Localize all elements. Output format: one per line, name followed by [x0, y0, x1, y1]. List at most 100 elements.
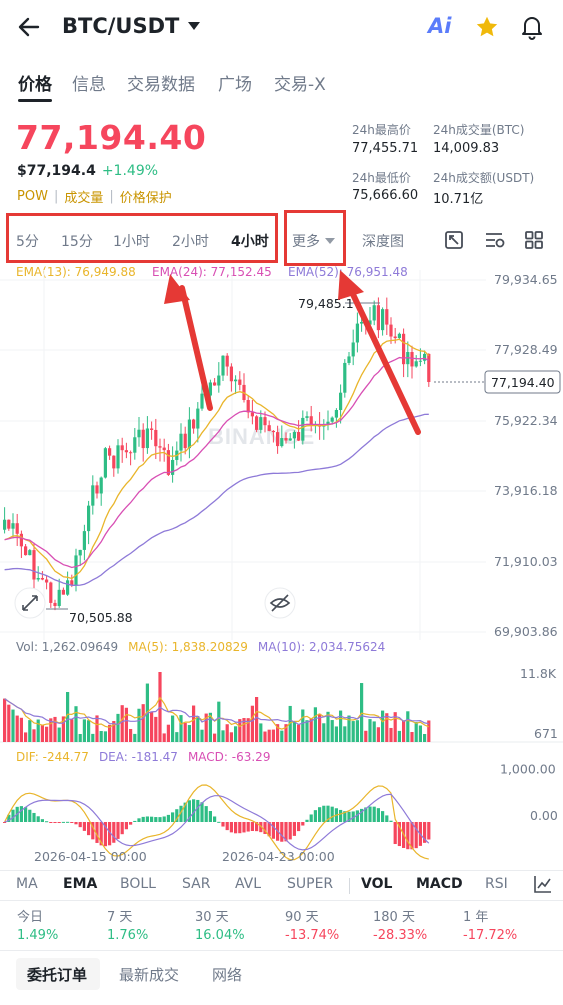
- back-arrow-icon[interactable]: [16, 14, 42, 40]
- volume-bar: [225, 724, 229, 742]
- volume-bar: [141, 704, 145, 742]
- volume-bar: [179, 715, 183, 742]
- macd-bar: [213, 816, 217, 822]
- interval-15m[interactable]: 15分: [61, 231, 93, 251]
- macd-bar: [200, 802, 204, 822]
- y-tick-3: 73,916.18: [494, 483, 558, 498]
- candle-body: [36, 577, 40, 580]
- tag-price-protect[interactable]: 价格保护: [120, 187, 172, 206]
- top-bar: BTC/USDT Ai: [0, 0, 563, 56]
- depth-chart-button[interactable]: 深度图: [362, 231, 404, 251]
- macd-bar: [221, 822, 225, 827]
- macd-bar: [141, 816, 145, 822]
- tag-pow[interactable]: POW: [17, 189, 48, 204]
- volume-chart[interactable]: 11.8K 671: [0, 658, 563, 743]
- tab-price[interactable]: 价格: [18, 70, 52, 95]
- volume-bar: [32, 729, 36, 742]
- y-tick-5: 69,903.86: [494, 624, 558, 639]
- expand-icon[interactable]: [14, 587, 46, 619]
- indicator-macd[interactable]: MACD: [416, 876, 463, 892]
- volume-bar: [150, 711, 154, 742]
- hide-eye-icon[interactable]: [264, 587, 296, 619]
- tab-trade-x[interactable]: 交易-X: [274, 70, 326, 95]
- candle-body: [154, 429, 158, 447]
- tab-square[interactable]: 广场: [218, 70, 252, 95]
- candle-body: [360, 322, 364, 324]
- candle-body: [225, 355, 229, 367]
- indicator-vol[interactable]: VOL: [361, 876, 392, 892]
- candle-body: [183, 433, 187, 449]
- indicator-boll[interactable]: BOLL: [120, 876, 156, 892]
- indicator-super[interactable]: SUPER: [287, 876, 333, 892]
- macd-bar: [414, 822, 418, 849]
- more-intervals-button[interactable]: 更多: [292, 231, 335, 251]
- macd-bar: [171, 812, 175, 822]
- candle-body: [57, 589, 61, 606]
- candle-body: [276, 432, 280, 447]
- usd-price: $77,194.4: [17, 163, 96, 179]
- volume-bar: [3, 698, 7, 742]
- price-change: +1.49%: [101, 163, 159, 179]
- chart-tools-icon[interactable]: [533, 874, 553, 894]
- volume-bar: [368, 719, 372, 742]
- vol-value: Vol: 1,262.09649: [16, 640, 119, 654]
- caret-down-icon: [188, 22, 201, 30]
- volume-legend: Vol: 1,262.09649 MA(5): 1,838.20829 MA(1…: [16, 640, 385, 654]
- interval-1h[interactable]: 1小时: [113, 231, 150, 251]
- indicator-ema[interactable]: EMA: [63, 876, 97, 892]
- interval-5m[interactable]: 5分: [16, 231, 39, 251]
- candle-body: [393, 336, 397, 339]
- volume-bar: [343, 726, 347, 742]
- indicator-sar[interactable]: SAR: [182, 876, 210, 892]
- macd-bar: [124, 822, 128, 830]
- volume-bar: [45, 726, 49, 742]
- tab-latest-trades[interactable]: 最新成交: [119, 964, 179, 985]
- price-chart[interactable]: BINANCE 79,934.65 77,928.49 75,922.34 73…: [0, 270, 563, 640]
- volume-bar: [196, 716, 200, 742]
- volume-bar: [259, 723, 263, 742]
- volume-bar: [351, 721, 355, 742]
- volume-bar: [297, 724, 301, 742]
- volume-bar: [402, 720, 406, 742]
- stat-vol-usdt-label: 24h成交额(USDT): [433, 171, 535, 185]
- indicator-rsi[interactable]: RSI: [485, 876, 508, 892]
- indicator-settings-icon[interactable]: [484, 230, 506, 250]
- volume-bar: [11, 709, 15, 742]
- candle-body: [162, 447, 166, 451]
- volume-bar: [234, 726, 238, 742]
- candle-body: [15, 523, 19, 534]
- tag-volume[interactable]: 成交量: [64, 187, 103, 206]
- pair-selector[interactable]: BTC/USDT: [62, 14, 201, 38]
- volume-bar: [389, 727, 393, 742]
- candle-body: [263, 417, 267, 426]
- candle-body: [103, 448, 107, 478]
- candle-body: [150, 428, 154, 430]
- macd-bar: [49, 822, 53, 823]
- candle-body: [292, 432, 296, 439]
- volume-bar: [91, 733, 95, 742]
- interval-2h[interactable]: 2小时: [172, 231, 209, 251]
- tab-network[interactable]: 网络: [212, 964, 242, 985]
- bell-icon[interactable]: [520, 14, 544, 40]
- macd-bar: [288, 822, 292, 840]
- star-icon[interactable]: [475, 15, 499, 39]
- indicator-avl[interactable]: AVL: [235, 876, 261, 892]
- macd-bar: [322, 805, 326, 822]
- ma5-value: MA(5): 1,838.20829: [128, 640, 248, 654]
- macd-bar: [24, 807, 28, 822]
- perf-value-180d: -28.33%: [373, 928, 428, 943]
- layout-grid-icon[interactable]: [524, 230, 544, 250]
- fullscreen-icon[interactable]: [444, 230, 464, 250]
- macd-chart[interactable]: 1,000.00 0.00 2026-04-15 00:00 2026-04-2…: [0, 758, 563, 868]
- interval-4h[interactable]: 4小时: [231, 231, 269, 251]
- tab-trade-data[interactable]: 交易数据: [127, 70, 195, 95]
- candle-body: [301, 417, 305, 441]
- ai-icon[interactable]: Ai: [428, 14, 451, 38]
- indicator-ma[interactable]: MA: [16, 876, 38, 892]
- macd-bar: [78, 822, 82, 828]
- candle-body: [259, 417, 263, 430]
- tab-open-orders[interactable]: 委托订单: [27, 964, 87, 985]
- candle-body: [137, 429, 141, 438]
- perf-value-7d: 1.76%: [107, 928, 149, 943]
- tab-info[interactable]: 信息: [72, 70, 106, 95]
